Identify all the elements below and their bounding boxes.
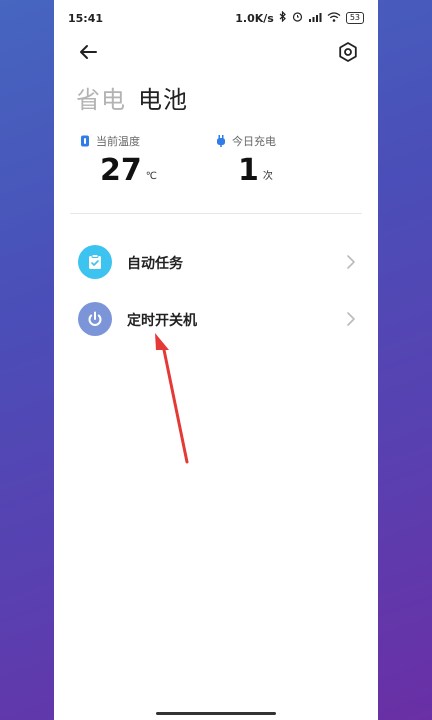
- charge-count-label: 今日充电: [232, 135, 276, 148]
- plug-icon: [216, 135, 226, 147]
- divider: [70, 213, 362, 214]
- temperature-label: 当前温度: [96, 135, 140, 148]
- status-icons: 1.0K/s 53: [235, 10, 364, 25]
- thermometer-icon: [80, 135, 90, 147]
- power-icon: [78, 302, 112, 336]
- status-bar: 15:41 1.0K/s 53: [54, 0, 378, 38]
- tab-battery[interactable]: 电池: [138, 80, 188, 115]
- status-time: 15:41: [68, 12, 104, 25]
- network-speed: 1.0K/s: [235, 11, 274, 25]
- temperature-unit: ℃: [145, 171, 157, 182]
- temperature-value: 27: [100, 153, 142, 188]
- chevron-right-icon: [347, 312, 355, 326]
- back-arrow-icon: [80, 45, 97, 59]
- back-button[interactable]: [76, 40, 100, 64]
- menu-item-auto-task[interactable]: 自动任务: [54, 237, 378, 287]
- phone-screen: 15:41 1.0K/s 53 省电 电池 当前温度 27 ℃ 今日充电 1 次…: [54, 0, 378, 720]
- bluetooth-icon: [279, 10, 287, 25]
- menu-item-scheduled-power[interactable]: 定时开关机: [54, 294, 378, 344]
- temperature-stat: 当前温度 27 ℃: [80, 133, 157, 187]
- menu-item-label: 自动任务: [127, 256, 183, 272]
- battery-icon: 53: [345, 12, 364, 24]
- wifi-icon: [327, 11, 341, 25]
- charge-count-unit: 次: [262, 171, 273, 182]
- charge-count-value: 1: [238, 153, 259, 188]
- chevron-right-icon: [347, 255, 355, 269]
- alarm-icon: [292, 11, 303, 25]
- tab-power-saving[interactable]: 省电: [76, 80, 126, 115]
- charge-count-stat: 今日充电 1 次: [216, 133, 276, 187]
- settings-button[interactable]: [336, 40, 360, 64]
- home-indicator[interactable]: [156, 712, 276, 715]
- gear-icon: [339, 42, 357, 62]
- clipboard-icon: [78, 245, 112, 279]
- signal-icon: [308, 12, 322, 25]
- menu-item-label: 定时开关机: [127, 313, 197, 329]
- tab-bar: 省电 电池: [76, 80, 188, 115]
